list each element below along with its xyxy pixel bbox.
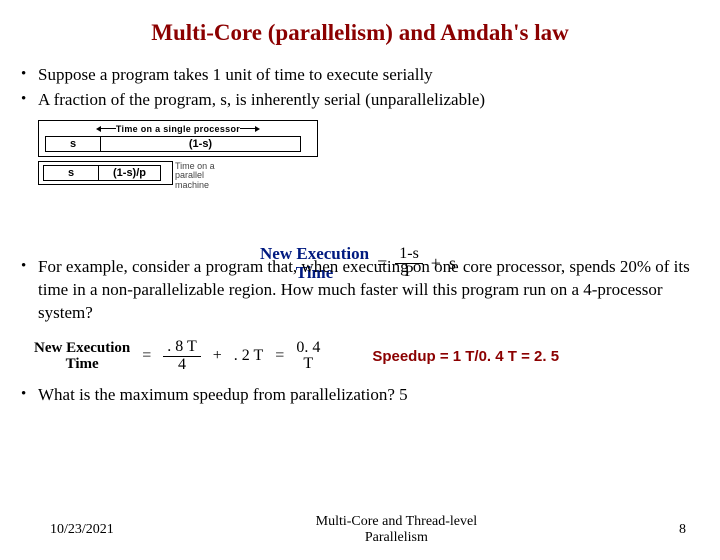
numerator: . 8 T (163, 339, 200, 357)
timeline-label: Time on a single processor (116, 124, 240, 134)
single-processor-diagram: Time on a single processor s (1-s) (38, 120, 318, 157)
page-number: 8 (679, 522, 686, 538)
bullet-item: A fraction of the program, s, is inheren… (18, 89, 702, 112)
parallel-machine-diagram: s (1-s)/p (38, 161, 173, 185)
equals-sign: = (275, 347, 284, 365)
slide-title: Multi-Core (parallelism) and Amdah's law (0, 20, 720, 46)
fraction: . 8 T 4 (163, 339, 200, 374)
segment-serial: s (45, 136, 101, 152)
parallel-diagram-caption: Time on a parallel machine (175, 161, 215, 190)
equals-sign: = (142, 347, 151, 365)
worked-equation: New Execution Time = . 8 T 4 + . 2 T = 0… (34, 339, 702, 374)
segment-serial: s (43, 165, 99, 181)
term: . 2 T (234, 347, 263, 365)
equation-lhs: New Execution (34, 340, 130, 357)
result-line: T (303, 356, 313, 373)
last-bullets: What is the maximum speedup from paralle… (18, 384, 702, 407)
footer-title-line: Parallelism (365, 530, 428, 545)
mid-bullets: For example, consider a program that, wh… (18, 256, 702, 325)
result-stack: 0. 4 T (296, 340, 320, 374)
footer-date: 10/23/2021 (50, 522, 114, 538)
bullet-item: What is the maximum speedup from paralle… (18, 384, 702, 407)
plus-sign: + (213, 347, 222, 365)
bullet-item: Suppose a program takes 1 unit of time t… (18, 64, 702, 87)
slide-footer: 10/23/2021 Multi-Core and Thread-level P… (0, 514, 720, 546)
slide-content: Suppose a program takes 1 unit of time t… (0, 64, 720, 407)
denominator: 4 (174, 357, 190, 374)
speedup-result: Speedup = 1 T/0. 4 T = 2. 5 (372, 348, 559, 365)
caption-line: machine (175, 181, 215, 190)
segment-parallelizable: (1-s) (101, 136, 301, 152)
segment-parallel: (1-s)/p (99, 165, 161, 181)
diagram-area: Time on a single processor s (1-s) s (1-… (38, 120, 702, 190)
bullet-item: For example, consider a program that, wh… (18, 256, 702, 325)
top-bullets: Suppose a program takes 1 unit of time t… (18, 64, 702, 112)
result-line: 0. 4 (296, 340, 320, 357)
footer-title-line: Multi-Core and Thread-level (316, 514, 477, 529)
equation-lhs: Time (34, 356, 130, 373)
